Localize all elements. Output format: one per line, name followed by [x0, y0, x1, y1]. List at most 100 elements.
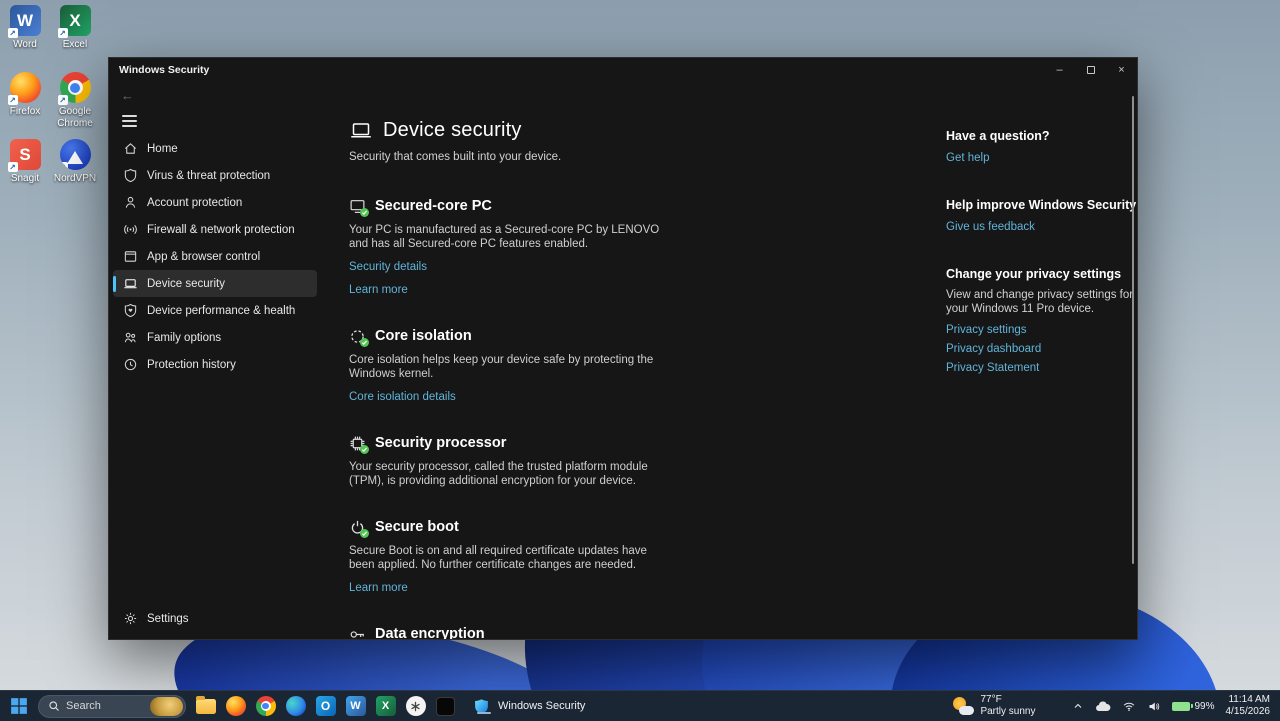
- section-body: Your security processor, called the trus…: [349, 460, 674, 488]
- word-taskbar-icon[interactable]: W: [345, 696, 366, 717]
- battery-indicator[interactable]: 99%: [1172, 701, 1214, 712]
- privacy-settings-link[interactable]: Privacy settings: [946, 323, 1138, 337]
- core-isolation-icon: [349, 328, 366, 345]
- data-encryption-key-icon: [349, 626, 366, 641]
- minimize-button[interactable]: –: [1044, 58, 1075, 82]
- aside-heading: Help improve Windows Security: [946, 197, 1138, 213]
- window-title: Windows Security: [109, 64, 209, 76]
- terminal-taskbar-icon[interactable]: [435, 696, 456, 717]
- firefox-taskbar-icon[interactable]: [225, 696, 246, 717]
- battery-percent: 99%: [1194, 701, 1214, 712]
- sidebar-item-label: Device performance & health: [147, 305, 295, 317]
- windows-security-window: Windows Security – × ← Home Virus & thre…: [108, 57, 1138, 640]
- taskbar-app-windows-security[interactable]: Windows Security: [465, 697, 593, 716]
- taskbar-search[interactable]: [38, 695, 186, 718]
- desktop-icon-label: NordVPN: [54, 173, 96, 185]
- desktop-icon-label: Excel: [63, 39, 87, 51]
- desktop-icon-firefox[interactable]: Firefox: [0, 69, 50, 136]
- chrome-taskbar-icon[interactable]: [255, 696, 276, 717]
- sidebar-item-settings[interactable]: Settings: [113, 605, 317, 632]
- status-ok-icon: [360, 338, 369, 347]
- snagit-icon: S: [10, 139, 41, 170]
- privacy-dashboard-link[interactable]: Privacy dashboard: [946, 342, 1138, 356]
- search-highlight-image[interactable]: [150, 697, 183, 716]
- outlook-taskbar-icon[interactable]: O: [315, 696, 336, 717]
- search-input[interactable]: [66, 700, 144, 712]
- sidebar-item-account-protection[interactable]: Account protection: [113, 189, 317, 216]
- sidebar-item-label: Device security: [147, 278, 225, 290]
- desktop-icon-google-chrome[interactable]: Google Chrome: [50, 69, 100, 136]
- nordvpn-icon: [60, 139, 91, 170]
- weather-condition: Partly sunny: [980, 706, 1035, 718]
- page-subtitle: Security that comes built into your devi…: [349, 151, 674, 163]
- running-app-indicator: [477, 712, 491, 714]
- desktop-icon-nordvpn[interactable]: NordVPN: [50, 136, 100, 203]
- secured-core-pc-icon: [349, 198, 366, 215]
- taskbar-clock[interactable]: 11:14 AM 4/15/2026: [1226, 694, 1271, 719]
- help-improve-group: Help improve Windows Security Give us fe…: [946, 197, 1138, 234]
- network-signal-icon: [123, 222, 138, 237]
- chatgpt-taskbar-icon[interactable]: [405, 696, 426, 717]
- onedrive-cloud-icon[interactable]: [1095, 700, 1111, 712]
- partly-sunny-icon: [952, 696, 974, 716]
- sidebar-item-app-browser-control[interactable]: App & browser control: [113, 243, 317, 270]
- privacy-settings-group: Change your privacy settings View and ch…: [946, 266, 1138, 375]
- get-help-link[interactable]: Get help: [946, 151, 1138, 165]
- desktop-icon-word[interactable]: W Word: [0, 2, 50, 69]
- learn-more-link[interactable]: Learn more: [349, 581, 674, 595]
- sidebar-item-label: App & browser control: [147, 251, 260, 263]
- desktop-icon-label: Word: [13, 39, 37, 51]
- sidebar-item-device-security[interactable]: Device security: [113, 270, 317, 297]
- sidebar-item-protection-history[interactable]: Protection history: [113, 351, 317, 378]
- core-isolation-details-link[interactable]: Core isolation details: [349, 390, 674, 404]
- family-icon: [123, 330, 138, 345]
- sidebar-item-label: Virus & threat protection: [147, 170, 270, 182]
- taskbar-app-label: Windows Security: [498, 700, 585, 712]
- aside-body: View and change privacy settings for you…: [946, 288, 1138, 316]
- desktop-icon-snagit[interactable]: S Snagit: [0, 136, 50, 203]
- wifi-icon[interactable]: [1122, 700, 1136, 713]
- desktop: W Word X Excel Firefox Google Chrome S S…: [0, 0, 1280, 721]
- excel-taskbar-icon[interactable]: X: [375, 696, 396, 717]
- system-tray: 77°F Partly sunny 99% 11:14 AM 4/15/2026: [952, 694, 1270, 719]
- section-title: Data encryption: [375, 626, 485, 640]
- give-us-feedback-link[interactable]: Give us feedback: [946, 220, 1138, 234]
- hamburger-menu-icon[interactable]: [122, 115, 137, 127]
- sidebar-item-home[interactable]: Home: [113, 135, 317, 162]
- learn-more-link[interactable]: Learn more: [349, 283, 674, 297]
- search-icon: [48, 700, 60, 712]
- window-scrollbar[interactable]: [1132, 96, 1134, 564]
- privacy-statement-link[interactable]: Privacy Statement: [946, 361, 1138, 375]
- file-explorer-icon[interactable]: [195, 696, 216, 717]
- word-icon: W: [10, 5, 41, 36]
- person-icon: [123, 195, 138, 210]
- volume-icon[interactable]: [1147, 700, 1161, 713]
- sidebar-item-virus-threat-protection[interactable]: Virus & threat protection: [113, 162, 317, 189]
- section-security-processor: Security processor Your security process…: [349, 433, 674, 488]
- edge-taskbar-icon[interactable]: [285, 696, 306, 717]
- sidebar-item-family-options[interactable]: Family options: [113, 324, 317, 351]
- start-button[interactable]: [8, 696, 29, 717]
- aside-heading: Change your privacy settings: [946, 266, 1138, 282]
- back-button[interactable]: ←: [121, 86, 141, 104]
- desktop-icon-label: Firefox: [10, 106, 41, 118]
- section-data-encryption: Data encryption Helps protect your data …: [349, 624, 674, 640]
- weather-widget[interactable]: 77°F Partly sunny: [952, 694, 1035, 718]
- secure-boot-icon: [349, 519, 366, 536]
- hidden-icons-chevron[interactable]: [1072, 700, 1084, 712]
- close-button[interactable]: ×: [1106, 58, 1137, 82]
- status-ok-icon: [360, 445, 369, 454]
- gear-icon: [123, 611, 138, 626]
- page-title: Device security: [383, 119, 522, 142]
- section-secured-core-pc: Secured-core PC Your PC is manufactured …: [349, 196, 674, 297]
- battery-icon: [1172, 702, 1190, 711]
- desktop-icon-excel[interactable]: X Excel: [50, 2, 100, 69]
- security-details-link[interactable]: Security details: [349, 260, 674, 274]
- section-core-isolation: Core isolation Core isolation helps keep…: [349, 326, 674, 404]
- sidebar-item-label: Protection history: [147, 359, 236, 371]
- section-title: Security processor: [375, 435, 506, 451]
- sidebar-item-device-performance-health[interactable]: Device performance & health: [113, 297, 317, 324]
- app-window-icon: [123, 249, 138, 264]
- sidebar-item-firewall-network-protection[interactable]: Firewall & network protection: [113, 216, 317, 243]
- maximize-button[interactable]: [1075, 58, 1106, 82]
